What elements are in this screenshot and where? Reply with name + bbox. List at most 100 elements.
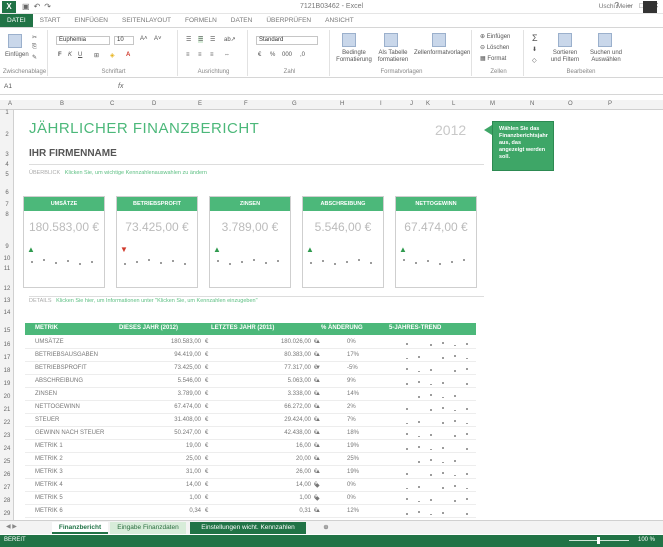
shrink-font-icon[interactable]: A˅ bbox=[154, 36, 162, 42]
row-header[interactable]: 9 bbox=[0, 244, 14, 250]
conditional-format-button[interactable]: Bedingte Formatierung bbox=[334, 50, 374, 64]
bold-icon[interactable]: F bbox=[58, 52, 62, 58]
row-header[interactable]: 18 bbox=[0, 368, 14, 374]
format-cells-button[interactable]: ▦ Format bbox=[480, 55, 506, 62]
column-header[interactable]: C bbox=[110, 101, 114, 107]
details-hint-link[interactable]: Klicken Sie hier, um Informationen unter… bbox=[56, 298, 257, 304]
font-color-icon[interactable]: A bbox=[126, 52, 130, 58]
table-row[interactable]: METRIK 3 31,00 €26,00 € ▲ 19% bbox=[25, 466, 476, 479]
column-header[interactable]: I bbox=[380, 101, 382, 107]
row-header[interactable]: 16 bbox=[0, 342, 14, 348]
row-header[interactable]: 10 bbox=[0, 256, 14, 262]
border-icon[interactable]: ⊞ bbox=[94, 52, 99, 59]
row-header[interactable]: 5 bbox=[0, 172, 14, 178]
table-row[interactable]: METRIK 4 14,00 €14,00 € ◆ 0% bbox=[25, 479, 476, 492]
row-header[interactable]: 3 bbox=[0, 152, 14, 158]
column-header[interactable]: H bbox=[340, 101, 344, 107]
sort-filter-button[interactable]: Sortieren und Filtern bbox=[550, 50, 580, 64]
column-header[interactable]: J bbox=[410, 101, 413, 107]
undo-icon[interactable]: ↶ bbox=[34, 2, 41, 11]
sort-filter-icon[interactable] bbox=[558, 33, 572, 47]
column-header[interactable]: P bbox=[608, 101, 612, 107]
column-header[interactable]: A bbox=[8, 101, 12, 107]
format-as-table-button[interactable]: Als Tabelle formatieren bbox=[374, 50, 412, 64]
table-row[interactable]: STEUER 31.408,00 €29.424,00 € ▲ 7% bbox=[25, 414, 476, 427]
row-header[interactable]: 15 bbox=[0, 328, 14, 334]
clear-icon[interactable]: ◇ bbox=[532, 57, 537, 64]
row-header[interactable]: 22 bbox=[0, 420, 14, 426]
ribbon-tab[interactable]: FORMELN bbox=[178, 14, 224, 27]
align-bottom-icon[interactable]: ☰ bbox=[210, 36, 215, 43]
column-header[interactable]: G bbox=[292, 101, 297, 107]
font-name-select[interactable]: Euphemia bbox=[56, 36, 110, 45]
align-center-icon[interactable]: ≡ bbox=[198, 52, 202, 58]
number-format-select[interactable]: Standard bbox=[256, 36, 318, 45]
user-name[interactable]: Uschi Meier bbox=[599, 3, 633, 10]
table-row[interactable]: BETRIEBSPROFIT 73.425,00 €77.317,00 € ▼ -5% bbox=[25, 362, 476, 375]
align-left-icon[interactable]: ≡ bbox=[186, 52, 190, 58]
overview-hint-link[interactable]: Klicken Sie, um wichtige Kennzahlenauswa… bbox=[65, 170, 207, 176]
avatar[interactable] bbox=[643, 1, 657, 13]
fill-color-icon[interactable]: ◈ bbox=[110, 52, 115, 59]
row-header[interactable]: 27 bbox=[0, 485, 14, 491]
format-as-table-icon[interactable] bbox=[384, 33, 398, 47]
column-header[interactable]: L bbox=[452, 101, 455, 107]
insert-cells-button[interactable]: ⊕ Einfügen bbox=[480, 33, 510, 40]
ribbon-tab[interactable]: DATEI bbox=[0, 14, 33, 27]
ribbon-tab[interactable]: ÜBERPRÜFEN bbox=[259, 14, 318, 27]
column-header[interactable]: E bbox=[198, 101, 202, 107]
zoom-level[interactable]: 100 % bbox=[638, 537, 655, 543]
row-header[interactable]: 19 bbox=[0, 381, 14, 387]
conditional-format-icon[interactable] bbox=[342, 33, 356, 47]
sheet-tab-einstellungen[interactable]: Einstellungen wicht. Kennzahlen bbox=[190, 522, 306, 534]
thousands-icon[interactable]: 000 bbox=[282, 52, 292, 58]
underline-icon[interactable]: U bbox=[78, 52, 82, 58]
table-row[interactable]: METRIK 1 19,00 €16,00 € ▲ 19% bbox=[25, 440, 476, 453]
table-row[interactable]: BETRIEBSAUSGABEN 94.419,00 €80.383,00 € ▲ 17% bbox=[25, 349, 476, 362]
table-row[interactable]: METRIK 6 0,34 €0,31 € ▲ 12% bbox=[25, 505, 476, 518]
row-header[interactable]: 25 bbox=[0, 459, 14, 465]
zoom-slider[interactable] bbox=[569, 537, 629, 544]
autosum-icon[interactable]: Σ bbox=[532, 33, 538, 43]
grow-font-icon[interactable]: A˄ bbox=[140, 36, 148, 42]
row-header[interactable]: 8 bbox=[0, 212, 14, 218]
sheet-tab-finanzbericht[interactable]: Finanzbericht bbox=[52, 522, 108, 534]
redo-icon[interactable]: ↷ bbox=[44, 2, 51, 11]
fill-icon[interactable]: ⬇ bbox=[532, 46, 537, 53]
add-sheet-icon[interactable]: ⊕ bbox=[320, 522, 332, 534]
column-header[interactable]: B bbox=[60, 101, 64, 107]
row-header[interactable]: 23 bbox=[0, 433, 14, 439]
row-header[interactable]: 17 bbox=[0, 355, 14, 361]
row-header[interactable]: 20 bbox=[0, 394, 14, 400]
currency-icon[interactable]: € bbox=[258, 52, 261, 58]
row-header[interactable]: 13 bbox=[0, 298, 14, 304]
format-painter-icon[interactable]: ✎ bbox=[32, 54, 37, 61]
table-row[interactable]: GEWINN NACH STEUER 50.247,00 €42.438,00 € ▲ 1… bbox=[25, 427, 476, 440]
align-top-icon[interactable]: ☰ bbox=[186, 36, 191, 43]
column-header[interactable]: F bbox=[244, 101, 248, 107]
align-right-icon[interactable]: ≡ bbox=[210, 52, 214, 58]
company-name[interactable]: IHR FIRMENNAME bbox=[29, 148, 117, 159]
column-header[interactable]: O bbox=[568, 101, 573, 107]
row-header[interactable]: 12 bbox=[0, 286, 14, 292]
row-header[interactable]: 2 bbox=[0, 132, 14, 138]
merge-icon[interactable]: ⇔ bbox=[224, 52, 230, 58]
ribbon-tab[interactable]: DATEN bbox=[224, 14, 260, 27]
find-select-button[interactable]: Suchen und Auswählen bbox=[586, 50, 626, 64]
row-header[interactable]: 28 bbox=[0, 498, 14, 504]
row-header[interactable]: 4 bbox=[0, 162, 14, 168]
orientation-icon[interactable]: ab↗ bbox=[224, 36, 236, 43]
formula-input[interactable] bbox=[130, 83, 650, 93]
report-year-select[interactable]: 2012 bbox=[435, 122, 466, 138]
table-row[interactable]: ABSCHREIBUNG 5.546,00 €5.063,00 € ▲ 9% bbox=[25, 375, 476, 388]
sheet-tab-eingabe[interactable]: Eingabe Finanzdaten bbox=[110, 522, 186, 534]
cell-styles-button[interactable]: Zellenformatvorlagen bbox=[414, 50, 470, 56]
worksheet[interactable]: JÄHRLICHER FINANZBERICHT 2012 Wählen Sie… bbox=[15, 110, 663, 520]
align-middle-icon[interactable]: ☰ bbox=[198, 36, 204, 43]
sheet-nav-arrows[interactable]: ◀ ▶ bbox=[6, 523, 17, 530]
row-header[interactable]: 1 bbox=[0, 110, 14, 116]
ribbon-tab[interactable]: SEITENLAYOUT bbox=[115, 14, 178, 27]
delete-cells-button[interactable]: ⊖ Löschen bbox=[480, 44, 509, 51]
row-header[interactable]: 11 bbox=[0, 266, 14, 272]
row-header[interactable]: 7 bbox=[0, 202, 14, 208]
